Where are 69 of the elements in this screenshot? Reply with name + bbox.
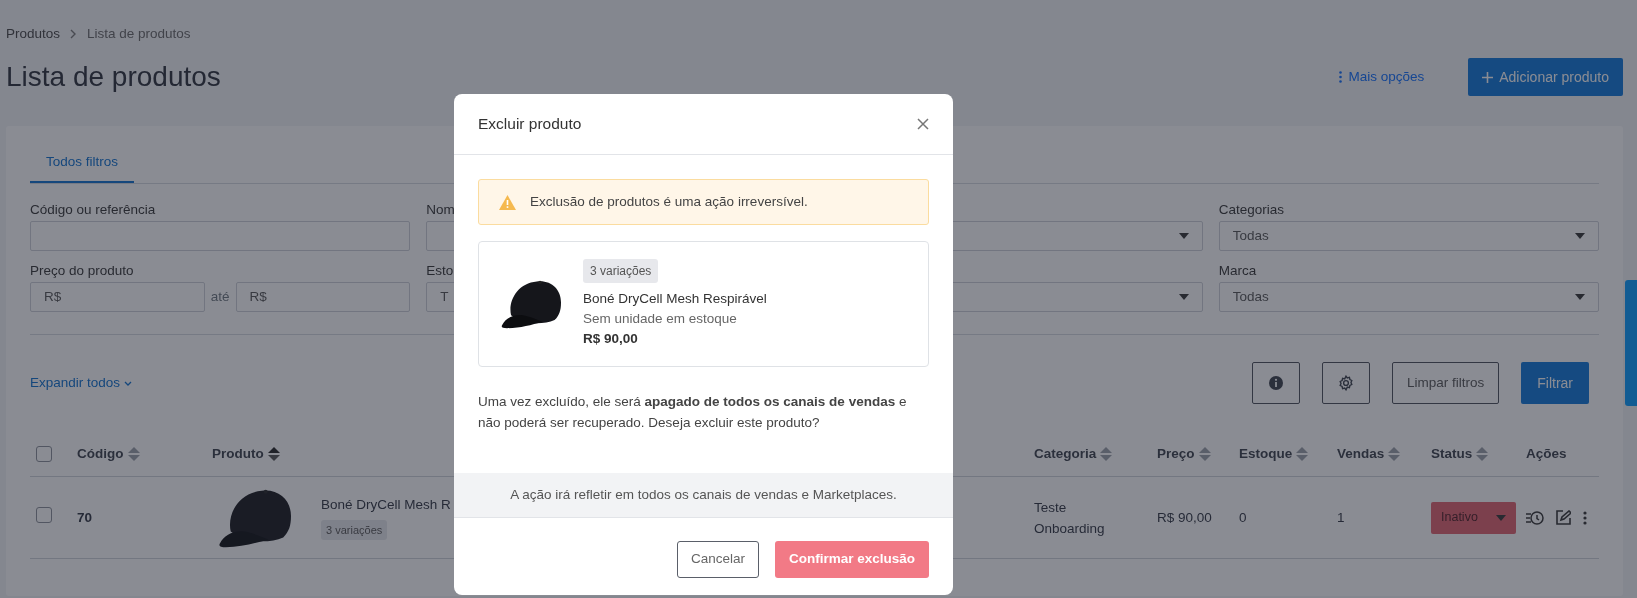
- chevron-icon: [70, 29, 78, 39]
- variations-badge: 3 variações: [583, 258, 659, 283]
- confirmation-message: Uma vez excluído, ele será apagado de todos os canais de vendas e não poderá ser recuperado. Deseja excluir este produto?: [478, 393, 908, 432]
- history-icon: [1526, 509, 1544, 526]
- column-header[interactable]: Estoque: [1239, 443, 1293, 464]
- caret-icon: [1178, 233, 1189, 240]
- caret-icon: [1575, 294, 1585, 301]
- field-label: Esto: [426, 262, 454, 281]
- caret-icon: [1178, 294, 1189, 301]
- edit-icon: [1556, 510, 1571, 526]
- caret-icon: [1575, 233, 1585, 240]
- table-cell-text: 1: [1337, 508, 1346, 527]
- field-label: Nom: [426, 201, 455, 220]
- column-header[interactable]: Status: [1431, 443, 1473, 464]
- table-cell-text: 0: [1239, 508, 1248, 527]
- close-icon: [917, 118, 929, 130]
- text-field[interactable]: [30, 221, 411, 252]
- channels-note: A ação irá refletir em todos os canais de vendas e Marketplaces.: [454, 473, 953, 518]
- product-price: R$ 90,00: [583, 330, 639, 349]
- kebab-icon: [1583, 510, 1587, 525]
- filter-tab[interactable]: Todos filtros: [30, 142, 135, 184]
- select-all-checkbox[interactable]: [36, 445, 52, 462]
- more-options-link[interactable]: Mais opções: [1333, 65, 1431, 89]
- breadcrumb-link[interactable]: Produtos: [6, 23, 61, 45]
- status-dropdown[interactable]: Inativo: [1431, 501, 1516, 534]
- add-product-button[interactable]: Adicionar produto: [1468, 58, 1623, 96]
- settings-button[interactable]: [1321, 362, 1370, 405]
- price-field[interactable]: R$: [235, 282, 411, 313]
- product-name[interactable]: Boné DryCell Mesh R: [321, 495, 451, 516]
- row-checkbox[interactable]: [36, 506, 52, 523]
- confirm-delete-button[interactable]: Confirmar exclusão: [774, 541, 929, 578]
- table-cell-text: R$ 90,00: [1157, 508, 1213, 527]
- caret-icon: [1495, 514, 1506, 521]
- field-label: Categorias: [1218, 201, 1285, 220]
- cancel-button[interactable]: Cancelar: [676, 541, 759, 578]
- column-header[interactable]: Preço: [1157, 443, 1195, 464]
- range-separator: até: [210, 288, 230, 307]
- dialog-title: Excluir produto: [478, 114, 582, 134]
- stock-text: Sem unidade em estoque: [583, 309, 738, 328]
- price-field[interactable]: R$: [30, 282, 205, 313]
- info-button[interactable]: [1251, 362, 1300, 405]
- select-field[interactable]: Todas: [1218, 282, 1599, 313]
- product-name: Boné DryCell Mesh Respirável: [583, 289, 767, 308]
- column-header[interactable]: Produto: [212, 443, 264, 464]
- clear-filters-button[interactable]: Limpar filtros: [1391, 362, 1500, 405]
- alert-text: Exclusão de produtos é uma ação irreversível.: [530, 192, 808, 211]
- table-cell-text: 70: [77, 508, 94, 527]
- close-button[interactable]: [917, 118, 929, 130]
- chevron-down-icon: [124, 380, 133, 386]
- variations-badge: 3 variações: [321, 519, 388, 541]
- info-icon: [1268, 376, 1283, 391]
- field-label: Marca: [1218, 262, 1257, 281]
- field-label: Preço do produto: [30, 262, 134, 281]
- warning-icon: [499, 194, 516, 210]
- column-header[interactable]: Categoria: [1034, 443, 1097, 464]
- field-label: Código ou referência: [30, 201, 156, 220]
- table-cell-text: Teste Onboarding: [1034, 498, 1106, 538]
- column-header[interactable]: Código: [77, 443, 124, 464]
- page-title: Lista de produtos: [6, 60, 221, 94]
- column-header[interactable]: Ações: [1526, 443, 1567, 464]
- column-header[interactable]: Vendas: [1337, 443, 1385, 464]
- filter-button[interactable]: Filtrar: [1521, 362, 1589, 405]
- plus-icon: [1482, 71, 1494, 83]
- select-field[interactable]: Todas: [1218, 221, 1599, 252]
- expand-all-link[interactable]: Expandir todos: [30, 373, 133, 394]
- settings-icon: [1337, 375, 1354, 392]
- kebab-icon: [1339, 71, 1343, 83]
- scrollbar-thumb[interactable]: [1625, 280, 1637, 406]
- breadcrumb-current: Lista de produtos: [87, 24, 191, 43]
